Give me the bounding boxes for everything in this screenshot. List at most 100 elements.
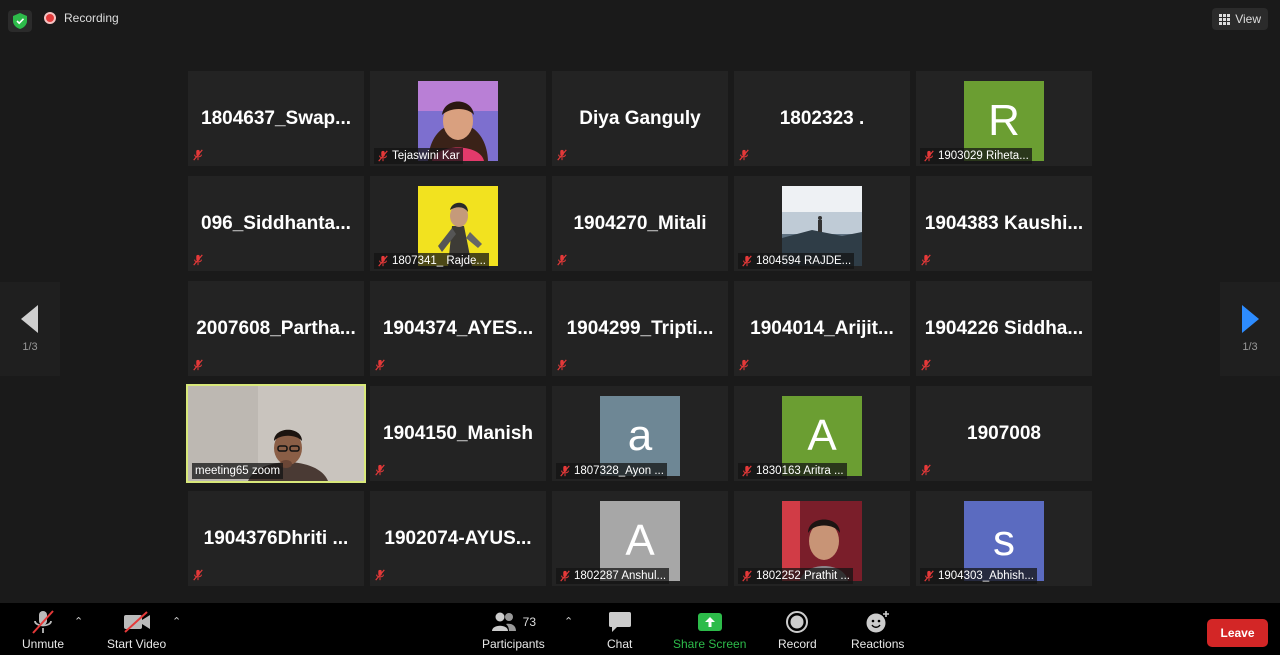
security-shield-icon[interactable] (8, 10, 32, 32)
participant-tile[interactable]: 096_Siddhanta... (188, 176, 364, 271)
participants-count: 73 (522, 615, 537, 629)
audio-options-caret-icon[interactable]: ⌃ (74, 615, 83, 628)
participant-name-label: 1802287 Anshul... (556, 568, 670, 584)
chat-label: Chat (607, 637, 633, 651)
participant-tile[interactable]: 1904270_Mitali (552, 176, 728, 271)
participant-name-label: 1904303_Abhish... (920, 568, 1037, 584)
participant-tile[interactable]: 1904376Dhriti ... (188, 491, 364, 586)
participant-tile[interactable]: 1802323 . (734, 71, 910, 166)
muted-microphone-icon (738, 358, 752, 372)
participant-name: 1802323 . (779, 107, 865, 129)
participant-tile[interactable]: 1807341_ Rajde... (370, 176, 546, 271)
participant-tile[interactable]: 1904014_Arijit... (734, 281, 910, 376)
participant-tile[interactable]: R 1903029 Riheta... (916, 71, 1092, 166)
participant-name: 1802252 Prathit ... (756, 570, 850, 582)
participant-name: 1807341_ Rajde... (392, 255, 486, 267)
muted-microphone-icon (741, 465, 753, 477)
participant-tile[interactable]: 1804594 RAJDE... (734, 176, 910, 271)
leave-button[interactable]: Leave (1207, 619, 1268, 647)
meeting-toolbar: Unmute ⌃ Start Video ⌃ 73 Participants ⌃… (0, 603, 1280, 655)
participant-tile[interactable]: a 1807328_Ayon ... (552, 386, 728, 481)
participant-tile[interactable]: 1904374_AYES... (370, 281, 546, 376)
muted-microphone-icon (556, 358, 570, 372)
participant-tile[interactable]: 1907008 (916, 386, 1092, 481)
participant-name: 1830163 Aritra ... (756, 465, 844, 477)
muted-microphone-icon (32, 610, 54, 634)
participant-name: 1907008 (967, 422, 1041, 444)
share-screen-button[interactable]: Share Screen (673, 607, 746, 651)
participant-tile[interactable]: 2007608_Partha... (188, 281, 364, 376)
participants-options-caret-icon[interactable]: ⌃ (564, 615, 573, 628)
muted-microphone-icon (192, 568, 206, 582)
participant-name-label: 1903029 Riheta... (920, 148, 1032, 164)
participant-name: 1802287 Anshul... (574, 570, 667, 582)
muted-microphone-icon (920, 358, 934, 372)
top-bar: Recording View (0, 0, 1280, 44)
participant-tile[interactable]: A 1830163 Aritra ... (734, 386, 910, 481)
participant-name-label: 1804594 RAJDE... (738, 253, 855, 269)
page-indicator-left: 1/3 (22, 341, 38, 353)
reactions-smiley-icon (866, 611, 889, 633)
muted-microphone-icon (374, 568, 388, 582)
previous-page-button[interactable]: 1/3 (0, 282, 60, 376)
muted-microphone-icon (738, 148, 752, 162)
meeting-stage: Recording View 1/3 1/3 1804637_Swap... Te… (0, 0, 1280, 603)
participant-tile[interactable]: Diya Ganguly (552, 71, 728, 166)
record-label: Record (778, 637, 817, 651)
participant-name: 096_Siddhanta... (201, 212, 351, 234)
next-page-button[interactable]: 1/3 (1220, 282, 1280, 376)
video-options-caret-icon[interactable]: ⌃ (172, 615, 181, 628)
participant-name: 1904303_Abhish... (938, 570, 1034, 582)
participant-name-label: 1807328_Ayon ... (556, 463, 667, 479)
muted-microphone-icon (377, 255, 389, 267)
arrow-right-icon (1242, 305, 1259, 333)
muted-microphone-icon (741, 570, 753, 582)
participant-tile[interactable]: 1802252 Prathit ... (734, 491, 910, 586)
participant-name: 1904299_Tripti... (566, 317, 714, 339)
muted-microphone-icon (923, 570, 935, 582)
participant-name-label: 1802252 Prathit ... (738, 568, 853, 584)
share-screen-icon (697, 613, 722, 631)
participant-tile[interactable]: meeting65 zoom (186, 384, 366, 483)
participant-name: 1904270_Mitali (573, 212, 707, 234)
video-off-icon (123, 611, 150, 633)
record-icon (786, 611, 809, 633)
participant-name: Diya Ganguly (579, 107, 701, 129)
participant-tile[interactable]: 1904226 Siddha... (916, 281, 1092, 376)
participant-name-label: 1807341_ Rajde... (374, 253, 489, 269)
participant-tile[interactable]: Tejaswini Kar (370, 71, 546, 166)
view-label: View (1235, 12, 1261, 26)
participant-name: 1904376Dhriti ... (203, 527, 349, 549)
muted-microphone-icon (920, 253, 934, 267)
start-video-label: Start Video (107, 637, 167, 651)
muted-microphone-icon (559, 570, 571, 582)
reactions-button[interactable]: Reactions (851, 607, 904, 651)
muted-microphone-icon (374, 463, 388, 477)
participant-name: 1902074-AYUS... (384, 527, 532, 549)
participants-button[interactable]: 73 Participants (482, 607, 545, 651)
participant-name-label: 1830163 Aritra ... (738, 463, 847, 479)
record-button[interactable]: Record (778, 607, 817, 651)
share-screen-label: Share Screen (673, 637, 747, 651)
participant-tile[interactable]: 1904383 Kaushi... (916, 176, 1092, 271)
participant-tile[interactable]: s 1904303_Abhish... (916, 491, 1092, 586)
participant-name: 1903029 Riheta... (938, 150, 1029, 162)
participant-tile[interactable]: 1804637_Swap... (188, 71, 364, 166)
participant-name: 1904374_AYES... (382, 317, 534, 339)
muted-microphone-icon (192, 358, 206, 372)
participant-tile[interactable]: 1904299_Tripti... (552, 281, 728, 376)
start-video-button[interactable]: Start Video (107, 607, 166, 651)
chat-button[interactable]: Chat (607, 607, 632, 651)
page-indicator-right: 1/3 (1242, 341, 1258, 353)
participant-tile[interactable]: A 1802287 Anshul... (552, 491, 728, 586)
unmute-button[interactable]: Unmute (22, 607, 64, 651)
grid-view-icon (1219, 13, 1231, 25)
arrow-left-icon (21, 305, 38, 333)
participant-tile[interactable]: 1904150_Manish (370, 386, 546, 481)
participant-tile[interactable]: 1902074-AYUS... (370, 491, 546, 586)
participant-name: 1804594 RAJDE... (756, 255, 852, 267)
recording-indicator[interactable]: Recording (44, 11, 119, 25)
view-button[interactable]: View (1212, 8, 1268, 30)
participant-name: meeting65 zoom (195, 465, 281, 477)
reactions-label: Reactions (851, 637, 905, 651)
